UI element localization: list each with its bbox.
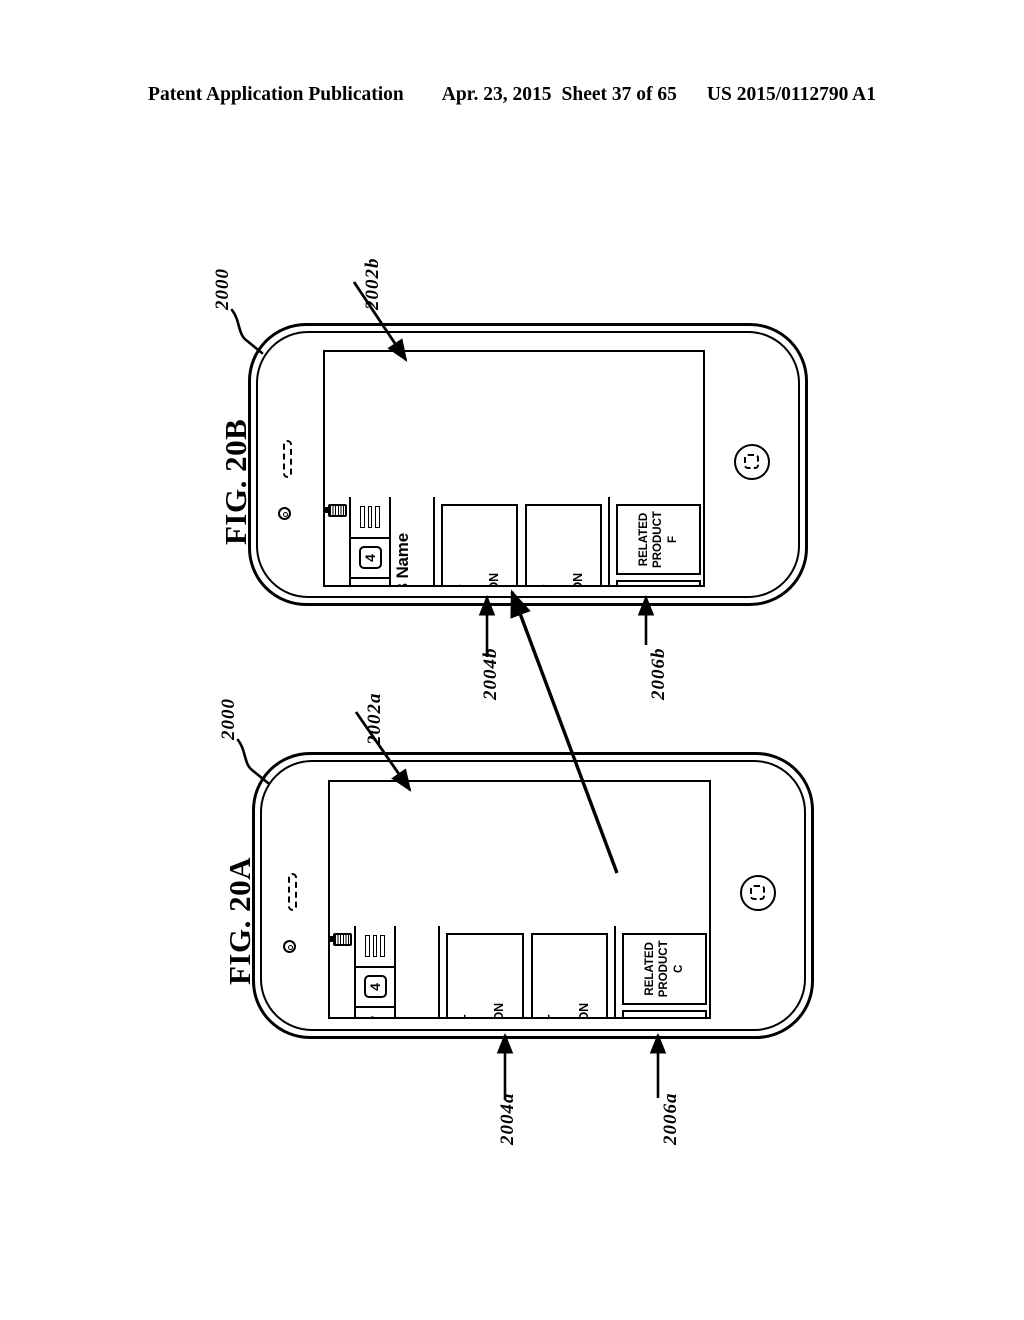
title-block-20a: Product Name Description <box>396 926 440 1017</box>
product-card-line3: DESCRIPTION <box>577 1003 592 1017</box>
related-product-card[interactable]: RELATED PRODUCT C <box>622 932 707 1005</box>
product-title-20b: Related Product B Name <box>393 504 412 585</box>
related-card-line3: B <box>672 1017 686 1019</box>
phone-screen-20a: Carrier 12:00 » <box>328 780 711 1019</box>
related-card-line2: PRODUCT <box>657 1017 671 1019</box>
phone-screen-20b: Carrier 12:01 » <box>323 350 705 587</box>
phone-device-20b: Carrier 12:01 » <box>248 323 808 606</box>
product-card-line1: PRODUCT <box>541 573 556 586</box>
product-card-line3: DESCRIPTION <box>487 573 502 585</box>
home-button-20b[interactable] <box>734 444 770 480</box>
hamburger-menu-icon <box>365 935 385 957</box>
leader-device-20b <box>230 308 264 355</box>
cart-count-badge-20a[interactable]: 4 <box>356 966 394 1006</box>
front-camera-20b <box>278 507 291 520</box>
phone-ui-20b: Carrier 12:01 » <box>325 497 703 587</box>
related-card-line1: RELATED <box>644 942 657 996</box>
product-card-line3: DESCRIPTION <box>571 573 586 585</box>
ref-numeral-cards-20b: 2004b <box>480 647 501 701</box>
badge-count: 4 <box>363 975 387 999</box>
related-products-20b: RELATED PRODUCT D RELATED PRODUCT E <box>610 497 703 585</box>
related-card-line1: RELATED <box>638 512 651 567</box>
related-card-line3: F <box>666 535 679 544</box>
related-products-20a: RELATED PRODUCT A RELATED PRODUCT B <box>616 926 709 1019</box>
product-cards-20b: PRODUCT IMAGE/ DESCRIPTION PRODUCT IMAGE… <box>435 497 610 586</box>
product-card[interactable]: PRODUCT IMAGE/ DESCRIPTION <box>530 933 608 1017</box>
related-card-line1: RELATED <box>643 1017 657 1019</box>
battery-icon <box>332 933 352 946</box>
product-cards-20a: PRODUCT IMAGE/ DESCRIPTION PRODUCT IMAGE… <box>440 926 616 1017</box>
product-card-line3: DESCRIPTION <box>492 1003 507 1017</box>
shopping-cart-icon <box>359 586 381 587</box>
product-title-20a: Product Name <box>399 933 417 1017</box>
product-card-line2: IMAGE/ <box>562 1003 577 1017</box>
cart-button-20b[interactable] <box>351 577 389 587</box>
product-card-line2: IMAGE/ <box>477 1003 492 1017</box>
patent-header: Patent Application Publication Apr. 23, 2… <box>0 84 1024 106</box>
earpiece-speaker-20b <box>283 440 292 478</box>
badge-count: 4 <box>358 546 382 570</box>
product-card-line2: IMAGE/ <box>472 573 487 585</box>
product-card-line1: PRODUCT <box>546 1003 561 1017</box>
menu-button-20a[interactable] <box>356 926 394 966</box>
product-description-20a: Description <box>417 933 429 1017</box>
header-date: Apr. 23, 2015 <box>441 84 552 105</box>
related-card-line2: PRODUCT <box>652 511 665 568</box>
ref-numeral-cards-20a: 2004a <box>497 1092 518 1146</box>
ref-numeral-screen-20b: 2002b <box>362 257 383 311</box>
ref-numeral-related-20a: 2006a <box>660 1092 681 1146</box>
phone-device-20a: Carrier 12:00 » <box>252 752 814 1039</box>
cart-count-badge-20b[interactable]: 4 <box>351 537 389 577</box>
related-card-line3: C <box>672 964 685 973</box>
ref-numeral-related-20b: 2006b <box>648 647 669 701</box>
status-bar-20b: Carrier 12:01 <box>325 497 351 585</box>
product-card[interactable]: PRODUCT IMAGE/ DESCRIPTION <box>525 504 602 586</box>
related-product-card[interactable]: RELATED PRODUCT E <box>616 580 701 585</box>
header-publication-number: US 2015/0112790 A1 <box>706 84 876 105</box>
status-bar-20a: Carrier 12:00 <box>330 926 356 1017</box>
ref-numeral-device-20b: 2000 <box>212 268 233 310</box>
related-card-line2: PRODUCT <box>658 940 671 998</box>
header-sheet: Sheet 37 of 65 <box>561 84 677 105</box>
battery-icon <box>327 504 347 517</box>
related-product-card[interactable]: RELATED PRODUCT F <box>616 504 701 575</box>
front-camera-20a <box>283 940 296 953</box>
menu-button-20b[interactable] <box>351 497 389 537</box>
product-card[interactable]: PRODUCT IMAGE/ DESCRIPTION <box>441 504 518 586</box>
title-block-20b: Related Product B Name Description <box>391 497 435 585</box>
product-card-line2: IMAGE/ <box>556 573 571 585</box>
product-card[interactable]: PRODUCT IMAGE/ DESCRIPTION <box>446 933 524 1017</box>
home-button-20a[interactable] <box>740 875 776 911</box>
shopping-cart-icon <box>365 1016 385 1017</box>
ref-numeral-device-20a: 2000 <box>218 698 239 740</box>
nav-bar-20a: » 4 <box>356 926 396 1017</box>
product-description-20b: Description <box>412 504 424 585</box>
header-publication-label: Patent Application Publication <box>148 84 404 105</box>
cart-button-20a[interactable] <box>356 1006 394 1017</box>
earpiece-speaker-20a <box>288 873 297 911</box>
hamburger-menu-icon <box>360 506 380 528</box>
product-card-line1: PRODUCT <box>462 1003 477 1017</box>
related-product-card[interactable]: RELATED PRODUCT B <box>622 1009 707 1019</box>
product-card-line1: PRODUCT <box>457 573 472 586</box>
ref-numeral-screen-20a: 2002a <box>364 692 385 746</box>
phone-ui-20a: Carrier 12:00 » <box>330 926 709 1019</box>
nav-bar-20b: » 4 <box>351 497 391 587</box>
